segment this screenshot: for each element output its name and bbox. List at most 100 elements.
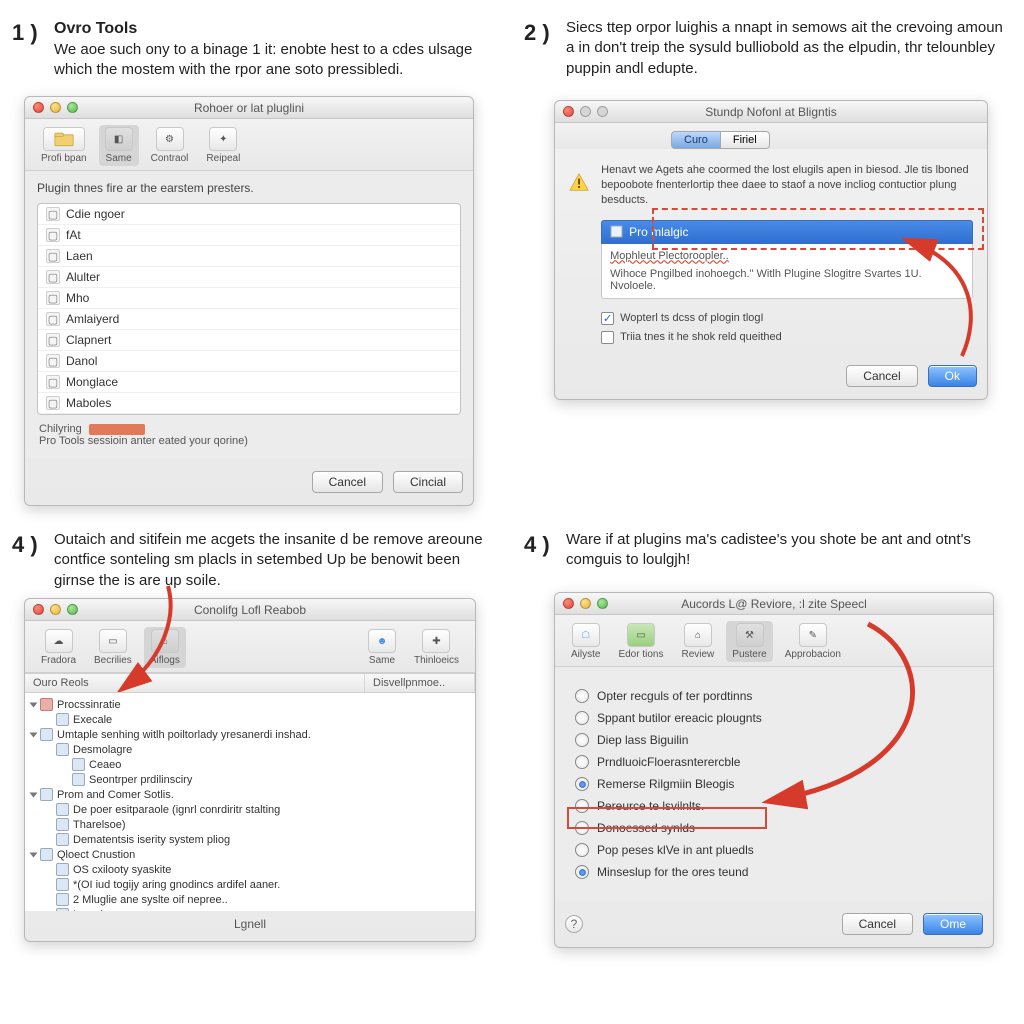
titlebar: Aucords L@ Reviore, :l zite Speecl [555,593,993,615]
radio-option[interactable]: Pop peses klVe in ant pluedls [573,839,975,861]
toolbar-repeal[interactable]: ✦ Reipeal [200,125,246,166]
plugin-list[interactable]: ▢Cdie ngoer▢fAt▢Laen▢Alulter▢Mho▢Amlaiye… [37,203,461,415]
tree-row[interactable]: Tharelsoe) [25,817,475,832]
list-item[interactable]: ▢Amlaiyerd [38,309,460,330]
tree-view[interactable]: ProcssinratieExecale Umtaple senhing witl… [25,693,475,911]
radio-option[interactable]: Diep lass Biguilin [573,729,975,751]
toolbar-approbacion[interactable]: ✎Approbacion [779,621,847,662]
cancel-button[interactable]: Cancel [842,913,913,935]
page-icon: ▭ [99,629,127,653]
tree-row[interactable]: Seontrper prdilinsciry [25,772,475,787]
disclosure-icon[interactable] [30,732,38,737]
item-icon: ▢ [46,249,60,263]
help-icon[interactable]: ? [565,915,583,933]
toolbar-same[interactable]: ☻Same [362,627,402,668]
toolbar-review[interactable]: ⌂Review [675,621,720,662]
node-icon [56,908,69,911]
window-title: Conolifg Lofl Reabob [25,603,475,617]
list-item[interactable]: ▢Maboles [38,393,460,414]
highlighted-plugin-row[interactable]: Pro mlalgic [601,220,973,244]
checkbox-woptrl[interactable]: ✓Wopterl ts dcss of plogin tlogI [601,309,973,328]
radio-option[interactable]: PrndluoicFloerasnterercble [573,751,975,773]
radio-icon [575,755,589,769]
item-icon: ▢ [46,207,60,221]
item-icon: ▢ [46,312,60,326]
column-disvellpnmoe[interactable]: Disvellpnmoe.. [365,674,475,692]
tree-row[interactable]: Umtaple senhing witlh poiltorlady yresan… [25,727,475,742]
ok-button[interactable]: Ome [923,913,983,935]
toolbar-profi[interactable]: Profi bpan [35,125,93,166]
gear-icon: ⚙ [156,127,184,151]
folder-icon [43,127,85,151]
list-item[interactable]: ▢fAt [38,225,460,246]
step-number: 1 ) [12,20,38,46]
footer-label: Chilyring [39,423,82,435]
cincial-button[interactable]: Cincial [393,471,463,493]
disclosure-icon[interactable] [30,792,38,797]
disclosure-icon[interactable] [30,852,38,857]
list-item[interactable]: ▢Danol [38,351,460,372]
column-ouroreols[interactable]: Ouro Reols [25,674,365,692]
tree-row[interactable]: 2 Mluglie ane syslte oif nepree.. [25,892,475,907]
pin-icon: ✎ [799,623,827,647]
tree-row[interactable]: Execale [25,712,475,727]
step-number: 4 ) [524,532,550,558]
radio-option[interactable]: Minseslup for the ores teund [573,861,975,883]
tree-row[interactable]: De poer esitparaole (ignrl conrdiritr st… [25,802,475,817]
toolbar-thinloeics[interactable]: ✚Thinloeics [408,627,465,668]
radio-icon [575,865,589,879]
building-icon: ⌂ [684,623,712,647]
list-item[interactable]: ▢Monglace [38,372,460,393]
toolbar-aflogs[interactable]: ⌂Aiflogs [144,627,186,668]
tab-curo[interactable]: Curo [671,131,721,149]
radio-option[interactable]: Remerse Rilgmiin Bleogis [573,773,975,795]
radio-label: Minseslup for the ores teund [597,865,748,879]
toolbar-contract[interactable]: ⚙ Contraol [145,125,195,166]
ok-button[interactable]: Ok [928,365,977,387]
toolbar-ailyste[interactable]: ☖Ailyste [565,621,606,662]
toolbar-fradora[interactable]: ☁Fradora [35,627,82,668]
node-icon [40,698,53,711]
tree-row[interactable]: Desmolagre [25,742,475,757]
toolbar-editorions[interactable]: ▭Edor tions [612,621,669,662]
node-icon [40,848,53,861]
checkbox-triia[interactable]: Triia tnes it he shok reld queithed [601,328,973,347]
titlebar: Rohoer or lat pluglini [25,97,473,119]
puzzle-icon: ✚ [422,629,450,653]
list-item[interactable]: ▢Cdie ngoer [38,204,460,225]
toolbar-same[interactable]: ◧ Same [99,125,139,166]
tree-row[interactable]: *(OI iud togijy aring gnodincs ardifel a… [25,877,475,892]
step-description: Ovro Tools We aoe such ony to a binage 1… [54,18,494,80]
node-icon [40,728,53,741]
list-item[interactable]: ▢Clapnert [38,330,460,351]
radio-option[interactable]: Pereurce te lsvilnlts. [573,795,975,817]
list-item[interactable]: ▢Alulter [38,267,460,288]
step-number: 4 ) [12,532,38,558]
cancel-button[interactable]: Cancel [312,471,383,493]
toolbar: ☖Ailyste ▭Edor tions ⌂Review ⚒Pustere ✎A… [555,615,993,667]
radio-option[interactable]: Donoessed synlds [573,817,975,839]
tab-firiel[interactable]: Firiel [721,131,770,149]
list-item[interactable]: ▢Laen [38,246,460,267]
tree-row[interactable]: Prom and Comer Sotlis. [25,787,475,802]
tree-row[interactable]: OS cxilooty syaskite [25,862,475,877]
node-label: Prom and Comer Sotlis. [57,789,174,801]
titlebar: Conolifg Lofl Reabob [25,599,475,621]
bell-icon: ☖ [572,623,600,647]
node-label: Umtaple senhing witlh poiltorlady yresan… [57,729,311,741]
item-icon: ▢ [46,270,60,284]
node-icon [56,803,69,816]
node-icon [56,833,69,846]
tree-row[interactable]: Qloect Cnustion [25,847,475,862]
tree-row[interactable]: Dematentsis iserity system pliog [25,832,475,847]
toolbar-becrilies[interactable]: ▭Becrilies [88,627,138,668]
radio-option[interactable]: Sppant butilor ereacic plougnts [573,707,975,729]
radio-icon [575,777,589,791]
toolbar-pustere[interactable]: ⚒Pustere [726,621,772,662]
radio-option[interactable]: Opter recguls of ter pordtinns [573,685,975,707]
list-item[interactable]: ▢Mho [38,288,460,309]
disclosure-icon[interactable] [30,702,38,707]
tree-row[interactable]: Ceaeo [25,757,475,772]
tree-row[interactable]: Procssinratie [25,697,475,712]
cancel-button[interactable]: Cancel [846,365,917,387]
